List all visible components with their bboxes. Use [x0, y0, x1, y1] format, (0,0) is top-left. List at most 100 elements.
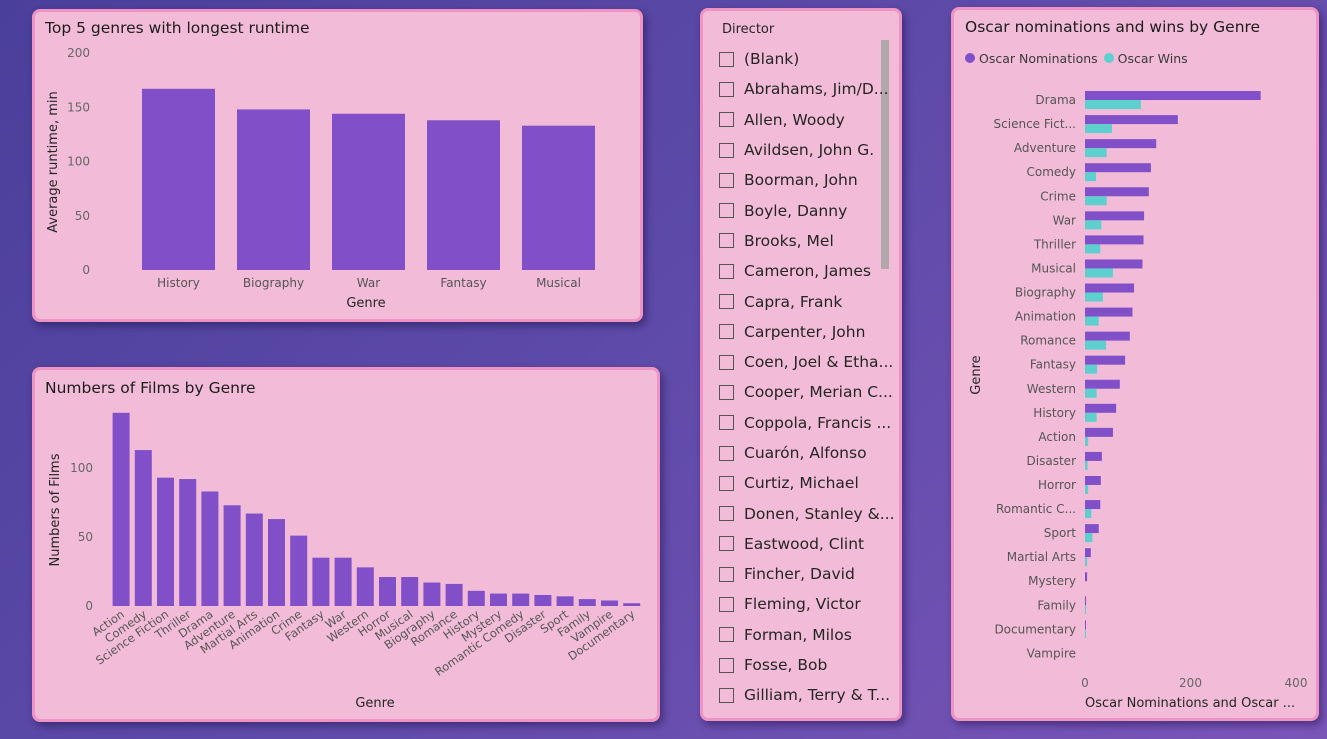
x-tick-label: Fantasy: [440, 276, 486, 290]
slicer-item-label: (Blank): [744, 50, 800, 69]
nominations-bar: [1085, 500, 1101, 510]
nominations-bar: [1085, 451, 1102, 461]
y-axis-title: Genre: [969, 355, 984, 394]
slicer-item-label: Cameron, James: [744, 262, 871, 281]
wins-bar: [1085, 340, 1107, 350]
film-count-bar: [601, 600, 618, 606]
nominations-bar: [1085, 235, 1144, 245]
slicer-checkbox[interactable]: [719, 596, 734, 612]
y-tick-label: Science Fict...: [994, 117, 1076, 131]
nominations-bar: [1085, 403, 1117, 413]
slicer-item[interactable]: (Blank): [719, 44, 883, 74]
slicer-checkbox[interactable]: [719, 536, 734, 552]
slicer-checkbox[interactable]: [719, 506, 734, 522]
y-tick-label: Disaster: [1027, 454, 1077, 468]
y-tick-label: Action: [1038, 430, 1076, 444]
wins-bar: [1085, 484, 1089, 494]
nominations-bar: [1085, 427, 1113, 437]
slicer-item[interactable]: Fincher, David: [719, 559, 883, 589]
runtime-bar: [142, 88, 215, 271]
slicer-list: (Blank) Abrahams, Jim/D... Allen, Woody Avi…: [719, 44, 895, 711]
slicer-item[interactable]: Eastwood, Clint: [719, 529, 883, 559]
slicer-checkbox[interactable]: [719, 566, 734, 582]
film-count-bar: [445, 583, 463, 606]
slicer-checkbox[interactable]: [719, 112, 734, 128]
slicer-checkbox[interactable]: [719, 687, 734, 703]
y-tick-label: 200: [67, 46, 90, 60]
slicer-checkbox[interactable]: [719, 415, 734, 431]
slicer-checkbox[interactable]: [719, 324, 734, 340]
film-count-bar: [112, 412, 130, 606]
slicer-checkbox[interactable]: [719, 475, 734, 491]
slicer-title: Director: [722, 22, 775, 37]
slicer-item[interactable]: Carpenter, John: [719, 317, 883, 347]
slicer-item-label: Fleming, Victor: [744, 595, 861, 614]
y-tick-label: Drama: [1035, 93, 1076, 107]
slicer-checkbox[interactable]: [719, 445, 734, 461]
film-count-bar: [401, 577, 419, 606]
slicer-item[interactable]: Avildsen, John G.: [719, 135, 883, 165]
slicer-item-label: Fosse, Bob: [744, 656, 828, 675]
slicer-item-label: Brooks, Mel: [744, 231, 834, 250]
slicer-checkbox[interactable]: [719, 203, 734, 219]
film-count-bar: [179, 479, 197, 606]
nominations-bar: [1085, 91, 1261, 101]
slicer-checkbox[interactable]: [719, 354, 734, 370]
wins-bar: [1085, 629, 1086, 639]
slicer-item-label: Cooper, Merian C...: [744, 383, 893, 402]
slicer-checkbox[interactable]: [719, 294, 734, 310]
nominations-bar: [1085, 283, 1135, 293]
slicer-item[interactable]: Brooks, Mel: [719, 226, 883, 256]
y-tick-label: Horror: [1038, 478, 1076, 492]
slicer-item-label: Fincher, David: [744, 565, 855, 584]
y-tick-label: Western: [1027, 382, 1076, 396]
slicer-item[interactable]: Boorman, John: [719, 165, 883, 195]
slicer-checkbox[interactable]: [719, 142, 734, 158]
y-tick-label: Mystery: [1028, 574, 1076, 588]
slicer-item[interactable]: Forman, Milos: [719, 620, 883, 650]
film-count-bar: [245, 513, 263, 606]
wins-bar: [1085, 412, 1097, 422]
film-count-bar: [134, 450, 152, 606]
slicer-checkbox[interactable]: [719, 233, 734, 249]
y-tick-label: Family: [1037, 598, 1076, 612]
y-tick-label: 100: [70, 461, 93, 475]
slicer-item[interactable]: Fleming, Victor: [719, 589, 883, 619]
slicer-item[interactable]: Coen, Joel & Etha...: [719, 347, 893, 377]
x-tick-label: War: [357, 276, 380, 290]
slicer-item[interactable]: Gilliam, Terry & T...: [719, 680, 890, 710]
nominations-bar: [1085, 475, 1101, 485]
runtime-bar: [237, 109, 310, 270]
slicer-item[interactable]: Coppola, Francis ...: [719, 408, 891, 438]
slicer-item[interactable]: Allen, Woody: [719, 105, 883, 135]
slicer-checkbox[interactable]: [719, 263, 734, 279]
film-count-bar: [223, 505, 241, 606]
slicer-checkbox[interactable]: [719, 81, 734, 97]
slicer-item[interactable]: Abrahams, Jim/D...: [719, 74, 889, 104]
slicer-item[interactable]: Donen, Stanley &...: [719, 498, 895, 528]
slicer-item[interactable]: Cooper, Merian C...: [719, 377, 893, 407]
slicer-item[interactable]: Cameron, James: [719, 256, 883, 286]
y-tick-label: 100: [67, 155, 90, 169]
wins-bar: [1085, 292, 1103, 302]
film-count-bar: [512, 593, 530, 606]
x-axis-title: Oscar Nominations and Oscar ...: [1085, 696, 1295, 711]
slicer-item[interactable]: Curtiz, Michael: [719, 468, 883, 498]
slicer-checkbox[interactable]: [719, 384, 734, 400]
film-count-bar: [290, 535, 308, 606]
y-tick-label: Animation: [1015, 310, 1076, 324]
slicer-checkbox[interactable]: [719, 627, 734, 643]
slicer-item-label: Capra, Frank: [744, 292, 843, 311]
slicer-checkbox[interactable]: [719, 51, 734, 67]
y-tick-label: Crime: [1040, 189, 1076, 203]
slicer-item[interactable]: Cuarón, Alfonso: [719, 438, 883, 468]
slicer-checkbox[interactable]: [719, 657, 734, 673]
films-chart-svg: 050100Numbers of FilmsActionComedyScienc…: [48, 412, 641, 711]
y-tick-label: Sport: [1044, 526, 1077, 540]
slicer-item[interactable]: Fosse, Bob: [719, 650, 883, 680]
wins-bar: [1085, 100, 1141, 110]
slicer-item[interactable]: Capra, Frank: [719, 286, 883, 316]
y-tick-label: Vampire: [1027, 646, 1076, 660]
slicer-item[interactable]: Boyle, Danny: [719, 195, 883, 225]
slicer-checkbox[interactable]: [719, 172, 734, 188]
